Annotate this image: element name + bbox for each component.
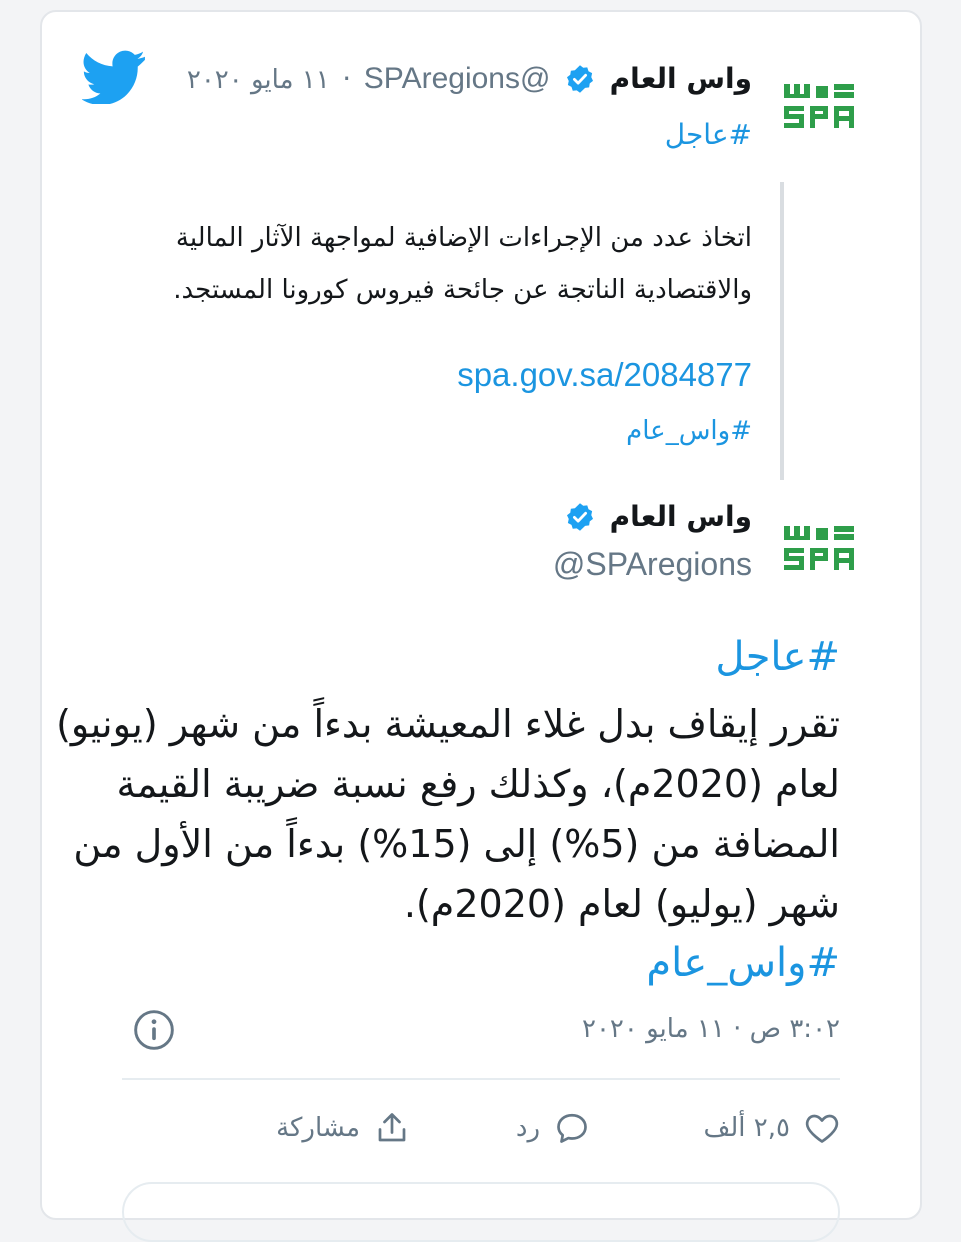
tweet-author-row: واس العام @SPAregions · ١١ مايو ٢٠٢٠ xyxy=(187,62,752,96)
tweet-card: واس العام @SPAregions · ١١ مايو ٢٠٢٠ #عا… xyxy=(40,10,922,1242)
hashtag-link[interactable]: #واس_عام xyxy=(646,940,840,986)
spa-logo-icon xyxy=(784,84,854,128)
like-count: ٢,٥ ألف xyxy=(703,1113,790,1143)
share-icon xyxy=(378,1113,406,1142)
display-name[interactable]: واس العام xyxy=(610,62,752,95)
tweet-text: تقرر إيقاف بدل غلاء المعيشة بدءاً من شهر… xyxy=(56,702,840,926)
avatar[interactable] xyxy=(780,80,860,136)
reply-label: رد xyxy=(515,1113,540,1143)
heart-icon xyxy=(805,1114,839,1143)
verified-badge-icon xyxy=(567,65,594,93)
handle[interactable]: @SPAregions xyxy=(364,62,551,95)
spa-logo-icon xyxy=(784,526,854,570)
separator: · xyxy=(342,62,352,95)
avatar[interactable] xyxy=(780,522,860,578)
share-label: مشاركة xyxy=(276,1113,360,1143)
verified-badge-icon xyxy=(567,503,594,531)
divider xyxy=(122,1078,840,1080)
like-button[interactable]: ٢,٥ ألف xyxy=(703,1110,840,1146)
quoted-link[interactable]: spa.gov.sa/2084877 xyxy=(457,356,752,394)
hashtag-link[interactable]: #عاجل xyxy=(665,118,752,151)
share-button[interactable]: مشاركة xyxy=(276,1110,410,1146)
display-name[interactable]: واس العام xyxy=(610,500,752,533)
quote-divider xyxy=(780,182,784,480)
tweet-timestamp[interactable]: ٣:٠٢ ص · ١١ مايو ٢٠٢٠ xyxy=(582,1014,840,1044)
info-icon[interactable] xyxy=(132,1008,176,1052)
tweet-date[interactable]: ١١ مايو ٢٠٢٠ xyxy=(187,65,330,95)
main-author-row: واس العام xyxy=(559,500,752,533)
more-tweets-button[interactable] xyxy=(122,1182,840,1242)
reply-bubble-icon xyxy=(557,1113,587,1143)
action-bar: ٢,٥ ألف رد مشاركة xyxy=(276,1110,840,1158)
twitter-bird-icon xyxy=(82,50,145,104)
hashtag-link[interactable]: #عاجل xyxy=(715,634,840,680)
quoted-text: اتخاذ عدد من الإجراءات الإضافية لمواجهة … xyxy=(173,223,752,305)
hashtag-link[interactable]: #واس_عام xyxy=(626,416,752,446)
handle[interactable]: @SPAregions xyxy=(553,546,752,583)
reply-button[interactable]: رد xyxy=(516,1110,590,1146)
